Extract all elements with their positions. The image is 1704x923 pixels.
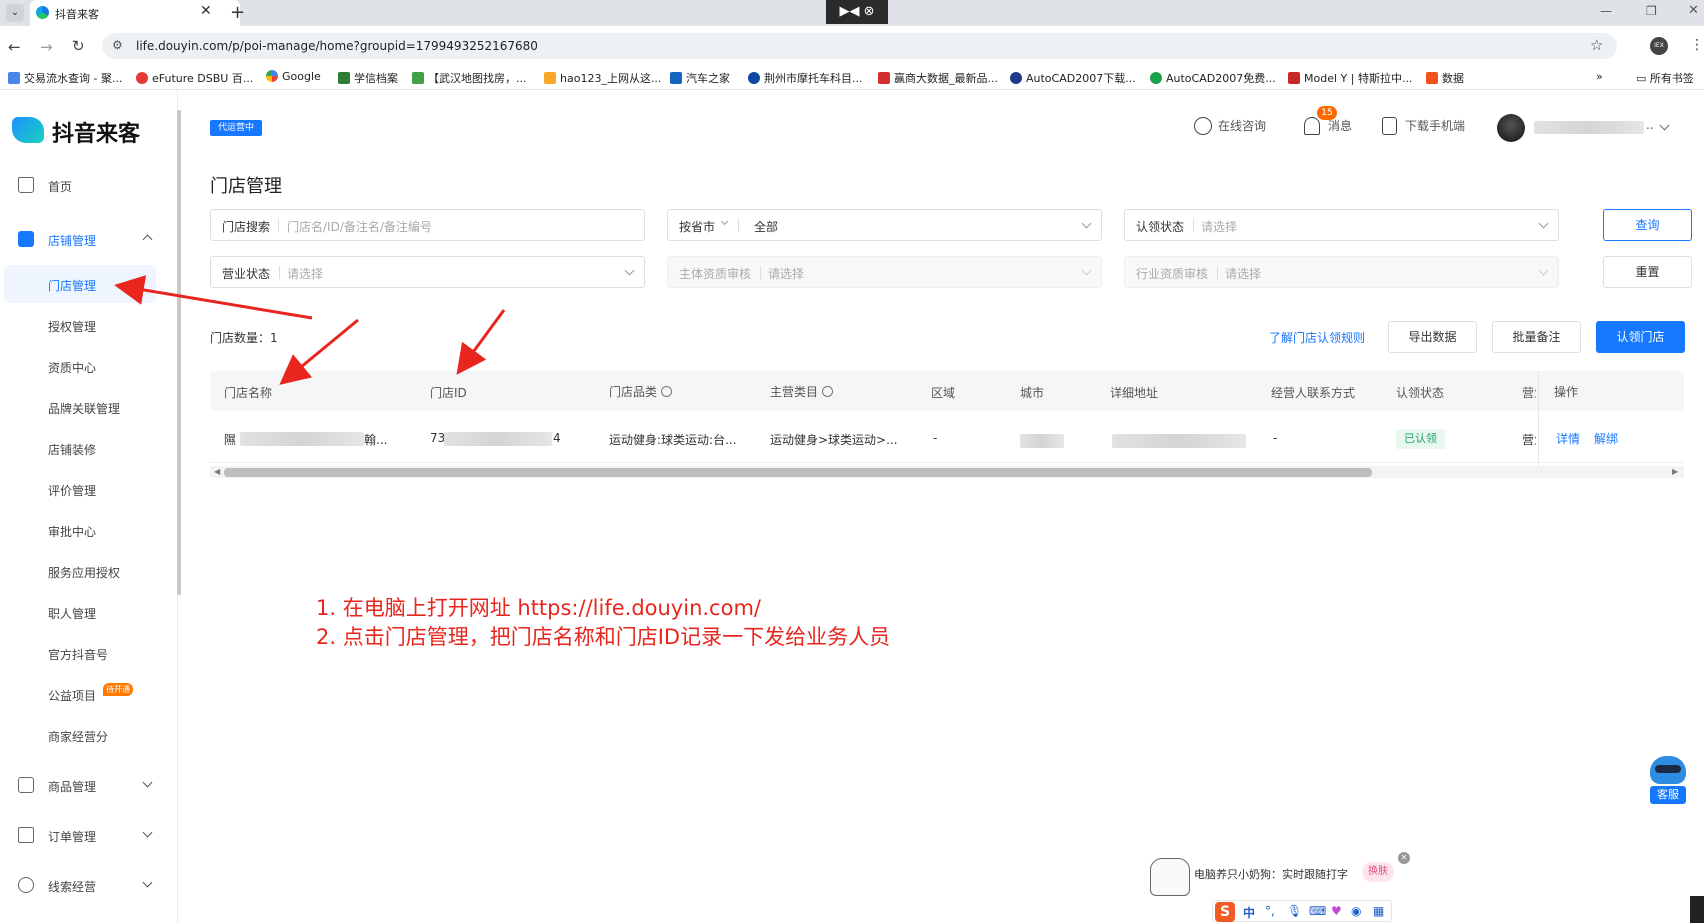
ime-toolbar[interactable]: S 中 °, 🎙 ⌨ ♥ ◉ ▦ <box>1212 900 1392 922</box>
corner-app-icon[interactable] <box>1690 896 1704 923</box>
customer-service-button[interactable]: 客服 <box>1648 756 1688 808</box>
ime-lang[interactable]: 中 <box>1243 904 1255 921</box>
ime-pet-icon[interactable] <box>1150 858 1190 896</box>
ime-punct-icon[interactable]: °, <box>1265 904 1275 918</box>
ime-prompt: 电脑养只小奶狗：实时跟随打字 <box>1194 868 1348 881</box>
skin-icon[interactable]: ♥ <box>1331 904 1342 918</box>
instruction-line-2: 2. 点击门店管理，把门店名称和门店ID记录一下发给业务人员 <box>316 625 891 649</box>
arrow-to-store-name <box>279 318 359 385</box>
ime-close-icon[interactable]: ✕ <box>1398 852 1410 864</box>
arrow-to-store-mgmt <box>114 275 313 320</box>
sogou-logo-icon: S <box>1215 902 1235 922</box>
mic-icon[interactable]: 🎙 <box>1287 904 1302 918</box>
keyboard-icon[interactable]: ⌨ <box>1309 904 1326 918</box>
annotation-arrows <box>114 275 506 385</box>
game-icon[interactable]: ◉ <box>1351 904 1361 918</box>
robot-visor <box>1655 765 1681 773</box>
arrow-to-store-id <box>456 309 506 375</box>
instruction-line-1: 1. 在电脑上打开网址 https://life.douyin.com/ <box>316 596 761 620</box>
grid-icon[interactable]: ▦ <box>1373 904 1384 918</box>
ime-skin-button[interactable]: 换肤 <box>1362 862 1394 882</box>
